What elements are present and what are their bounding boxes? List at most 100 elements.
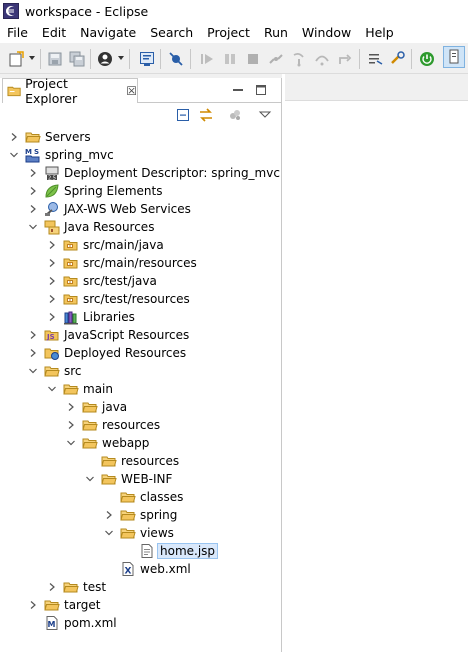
- menu-window[interactable]: Window: [295, 25, 358, 40]
- tree-item[interactable]: views: [0, 524, 282, 542]
- resume-icon[interactable]: [199, 51, 215, 67]
- chevron-right-icon[interactable]: [27, 327, 39, 343]
- chevron-down-icon[interactable]: [84, 471, 96, 487]
- tree-item[interactable]: src/main/resources: [0, 254, 282, 272]
- window-title: workspace - Eclipse: [25, 3, 149, 19]
- tree-item[interactable]: Servers: [0, 128, 282, 146]
- chevron-down-icon[interactable]: [27, 219, 39, 235]
- user-account-icon[interactable]: [97, 51, 113, 67]
- close-icon[interactable]: ☒: [126, 84, 137, 98]
- menu-edit[interactable]: Edit: [35, 25, 73, 40]
- save-all-icon[interactable]: [69, 51, 85, 67]
- tree-item-label: java: [102, 400, 128, 414]
- menu-file[interactable]: File: [0, 25, 35, 40]
- filter-icon[interactable]: [227, 107, 243, 123]
- chevron-right-icon[interactable]: [27, 165, 39, 181]
- step-into-icon[interactable]: [291, 51, 307, 67]
- chevron-down-icon[interactable]: [46, 381, 58, 397]
- tree-item[interactable]: resources: [0, 416, 282, 434]
- view-menu-icon[interactable]: [257, 107, 273, 123]
- use-step-filters-icon[interactable]: [367, 51, 383, 67]
- tree-item[interactable]: java: [0, 398, 282, 416]
- project-explorer-view: Project Explorer ☒ Servers M Sspring_mvc 2.…: [0, 74, 282, 652]
- tree-item[interactable]: 2.5 Deployment Descriptor: spring_mvc: [0, 164, 282, 182]
- chevron-right-icon[interactable]: [103, 507, 115, 523]
- chevron-right-icon[interactable]: [8, 129, 20, 145]
- chevron-right-icon[interactable]: [46, 291, 58, 307]
- skip-breakpoints-icon[interactable]: [168, 51, 184, 67]
- tree-item[interactable]: Xweb.xml: [0, 560, 282, 578]
- console-icon[interactable]: [139, 51, 155, 67]
- tree-item[interactable]: JS JavaScript Resources: [0, 326, 282, 344]
- chevron-right-icon[interactable]: [65, 399, 77, 415]
- disconnect-icon[interactable]: [268, 51, 284, 67]
- tree-item[interactable]: Mpom.xml: [0, 614, 282, 632]
- menu-search[interactable]: Search: [143, 25, 200, 40]
- folder-open-icon: [63, 579, 79, 595]
- link-with-editor-icon[interactable]: [198, 107, 214, 123]
- step-return-icon[interactable]: [337, 51, 353, 67]
- chevron-right-icon[interactable]: [46, 309, 58, 325]
- chevron-right-icon[interactable]: [46, 273, 58, 289]
- tree-item[interactable]: main: [0, 380, 282, 398]
- tree-item[interactable]: webapp: [0, 434, 282, 452]
- tree-item[interactable]: resources: [0, 452, 282, 470]
- chevron-down-icon[interactable]: [103, 525, 115, 541]
- terminate-icon[interactable]: [245, 51, 261, 67]
- tree-item[interactable]: home.jsp: [0, 542, 282, 560]
- menu-run[interactable]: Run: [257, 25, 295, 40]
- chevron-right-icon[interactable]: [27, 183, 39, 199]
- chevron-right-icon[interactable]: [27, 345, 39, 361]
- chevron-right-icon[interactable]: [65, 417, 77, 433]
- tree-item[interactable]: src/test/java: [0, 272, 282, 290]
- tree-item[interactable]: src/main/java: [0, 236, 282, 254]
- external-tools-icon[interactable]: [390, 51, 406, 67]
- new-dropdown-icon[interactable]: [29, 56, 35, 60]
- svg-text:M: M: [48, 620, 56, 629]
- tree-item[interactable]: target: [0, 596, 282, 614]
- start-server-icon[interactable]: [419, 51, 435, 67]
- tree-item[interactable]: src: [0, 362, 282, 380]
- tree-item[interactable]: JAX-WS Web Services: [0, 200, 282, 218]
- tree-item[interactable]: test: [0, 578, 282, 596]
- menu-project[interactable]: Project: [200, 25, 257, 40]
- minimize-icon[interactable]: [232, 84, 244, 96]
- perspective-button[interactable]: [443, 46, 465, 68]
- new-icon[interactable]: [8, 51, 24, 67]
- chevron-down-icon[interactable]: [65, 435, 77, 451]
- tree-item[interactable]: WEB-INF: [0, 470, 282, 488]
- tree-item[interactable]: src/test/resources: [0, 290, 282, 308]
- save-icon[interactable]: [47, 51, 63, 67]
- folder-open-icon: [82, 399, 98, 415]
- tree-item[interactable]: M Sspring_mvc: [0, 146, 282, 164]
- svg-text:2.5: 2.5: [48, 176, 56, 182]
- maximize-icon[interactable]: [255, 84, 267, 96]
- tab-project-explorer[interactable]: Project Explorer ☒: [2, 76, 138, 106]
- chevron-right-icon[interactable]: [46, 237, 58, 253]
- chevron-down-icon[interactable]: [27, 363, 39, 379]
- chevron-right-icon[interactable]: [46, 579, 58, 595]
- project-explorer-icon: [7, 86, 21, 97]
- menu-help[interactable]: Help: [358, 25, 401, 40]
- spring-leaf-icon: [44, 183, 60, 199]
- tree-item-label: Deployed Resources: [64, 346, 187, 360]
- menu-navigate[interactable]: Navigate: [73, 25, 143, 40]
- tree-item[interactable]: classes: [0, 488, 282, 506]
- tree-item[interactable]: Libraries: [0, 308, 282, 326]
- tree-item[interactable]: Deployed Resources: [0, 344, 282, 362]
- collapse-all-icon[interactable]: [175, 107, 191, 123]
- source-folder-icon: [63, 273, 79, 289]
- folder-open-icon: [44, 597, 60, 613]
- user-dropdown-icon[interactable]: [118, 56, 124, 60]
- tree-item[interactable]: Spring Elements: [0, 182, 282, 200]
- chevron-right-icon[interactable]: [46, 255, 58, 271]
- step-over-icon[interactable]: [314, 51, 330, 67]
- chevron-down-icon[interactable]: [8, 147, 20, 163]
- chevron-right-icon[interactable]: [27, 201, 39, 217]
- chevron-right-icon[interactable]: [27, 597, 39, 613]
- tree-item[interactable]: spring: [0, 506, 282, 524]
- deployment-descriptor-icon: 2.5: [44, 165, 60, 181]
- tree-item[interactable]: Java Resources: [0, 218, 282, 236]
- toolbar-separator: [359, 49, 360, 69]
- suspend-icon[interactable]: [222, 51, 238, 67]
